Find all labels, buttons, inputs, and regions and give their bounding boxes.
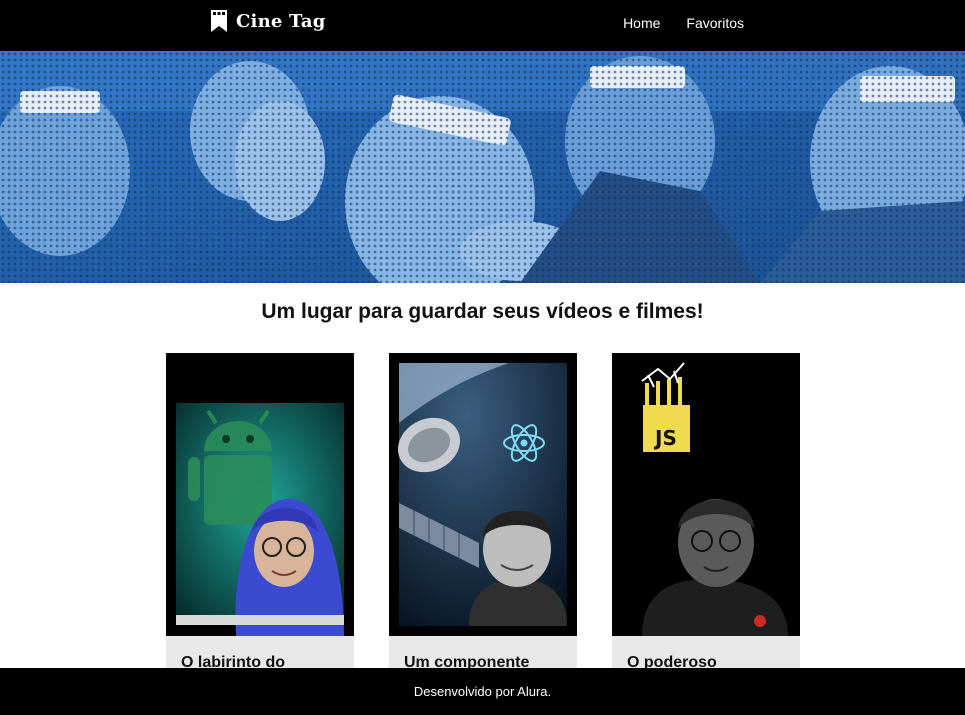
page-title: Um lugar para guardar seus vídeos e film…	[261, 300, 704, 323]
logo-text: Cine Tag	[236, 10, 326, 32]
video-card[interactable]: O labirinto do	[166, 353, 354, 683]
video-thumbnail-javascript: JS	[612, 353, 800, 636]
video-thumbnail-android	[166, 353, 354, 636]
page-footer: Desenvolvido por Alura.	[0, 668, 965, 715]
video-card[interactable]: Um componente	[389, 353, 577, 683]
video-thumbnail-react	[389, 353, 577, 636]
svg-text:JS: JS	[653, 426, 677, 450]
footer-text: Desenvolvido por Alura.	[413, 684, 552, 699]
logo[interactable]: Cine Tag	[210, 10, 326, 32]
hero-banner-image	[0, 51, 965, 283]
nav-home-link[interactable]: Home	[623, 15, 660, 31]
nav-favoritos-link[interactable]: Favoritos	[686, 15, 744, 31]
film-bookmark-icon	[211, 10, 227, 32]
main-nav: Home Favoritos	[623, 15, 744, 31]
top-header: Cine Tag Home Favoritos	[0, 0, 965, 51]
video-card[interactable]: JS O poderoso	[612, 353, 800, 683]
page: Cine Tag Home Favoritos Um lugar para gu…	[0, 0, 965, 715]
